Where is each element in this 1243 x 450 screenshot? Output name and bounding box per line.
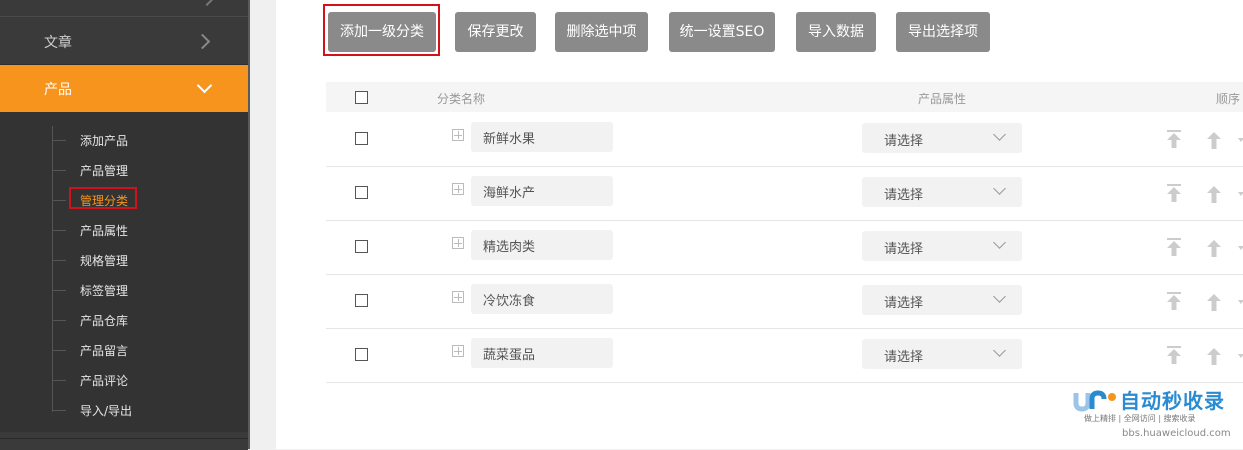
move-down-icon[interactable] [1238,352,1243,360]
attribute-select[interactable]: 请选择 [862,285,1022,315]
main-content: 添加一级分类 保存更改 删除选中项 统一设置SEO 导入数据 导出选择项 分类名… [276,0,1243,449]
move-down-icon[interactable] [1238,244,1243,252]
delete-selected-button[interactable]: 删除选中项 [555,12,648,52]
tree-branch [52,170,66,171]
move-to-top-icon[interactable] [1166,238,1182,256]
column-header-order: 顺序 [1216,92,1241,106]
table-row: 请选择 [326,220,1243,275]
row-checkbox[interactable] [355,186,368,199]
chevron-right-icon [194,33,211,50]
row-checkbox[interactable] [355,294,368,307]
table-row: 请选择 [326,328,1243,383]
tree-branch [52,200,66,201]
expand-icon[interactable] [452,237,464,249]
submenu-item-label: 导入/导出 [80,404,133,418]
expand-icon[interactable] [452,291,464,303]
move-up-icon[interactable] [1206,347,1222,365]
sidebar-item-product[interactable]: 产品 [0,65,248,112]
tree-branch [52,290,66,291]
move-up-icon[interactable] [1206,131,1222,149]
row-checkbox[interactable] [355,348,368,361]
tree-branch [52,350,66,351]
chevron-down-icon [993,182,1006,195]
category-name-input[interactable] [471,338,613,368]
select-value: 请选择 [884,242,924,257]
sidebar-item-partial-bottom[interactable] [0,438,248,450]
attribute-select[interactable]: 请选择 [862,231,1022,261]
category-name-input[interactable] [471,122,613,152]
chevron-right-icon [199,0,215,7]
table-row: 请选择 [326,274,1243,329]
row-checkbox[interactable] [355,240,368,253]
select-value: 请选择 [884,296,924,311]
select-all-checkbox[interactable] [355,91,368,104]
expand-icon[interactable] [452,183,464,195]
submenu-item-label: 管理分类 [80,194,129,208]
tree-branch [52,380,66,381]
submenu-item-label: 产品属性 [80,224,129,238]
submenu-item-label: 产品管理 [80,164,129,178]
category-name-input[interactable] [471,230,613,260]
move-to-top-icon[interactable] [1166,184,1182,202]
export-selected-button[interactable]: 导出选择项 [896,12,990,52]
chevron-down-icon [993,290,1006,303]
tree-branch [52,320,66,321]
attribute-select[interactable]: 请选择 [862,339,1022,369]
sidebar-item-label: 文章 [44,35,72,51]
submenu-item-label: 添加产品 [80,134,129,148]
sidebar: 文章 产品 添加产品 产品管理 管理分类 产品属性 规格管理 标签管理 产品仓库… [0,0,248,450]
move-to-top-icon[interactable] [1166,130,1182,148]
table-header: 分类名称 产品属性 顺序 [326,82,1243,112]
column-header-name: 分类名称 [437,92,486,106]
chevron-down-icon [993,128,1006,141]
save-changes-button[interactable]: 保存更改 [455,12,536,52]
chevron-down-icon [993,236,1006,249]
submenu-item-label: 产品仓库 [80,314,129,328]
move-up-icon[interactable] [1206,293,1222,311]
expand-icon[interactable] [452,129,464,141]
column-header-attribute: 产品属性 [918,92,967,106]
expand-icon[interactable] [452,345,464,357]
category-name-input[interactable] [471,284,613,314]
set-seo-button[interactable]: 统一设置SEO [669,12,775,52]
sidebar-submenu: 添加产品 产品管理 管理分类 产品属性 规格管理 标签管理 产品仓库 产品留言 … [0,112,248,432]
chevron-down-icon [993,344,1006,357]
import-data-button[interactable]: 导入数据 [796,12,876,52]
attribute-select[interactable]: 请选择 [862,123,1022,153]
category-name-input[interactable] [471,176,613,206]
tree-branch [52,410,66,411]
move-to-top-icon[interactable] [1166,346,1182,364]
chevron-down-icon [196,77,213,94]
sidebar-item-label: 产品 [44,82,72,98]
row-checkbox[interactable] [355,132,368,145]
submenu-item-label: 产品留言 [80,344,129,358]
add-top-category-button[interactable]: 添加一级分类 [328,12,436,52]
select-value: 请选择 [884,134,924,149]
sidebar-item-article[interactable]: 文章 [0,18,248,65]
move-down-icon[interactable] [1238,190,1243,198]
move-down-icon[interactable] [1238,298,1243,306]
sidebar-edge [248,0,250,449]
select-value: 请选择 [884,188,924,203]
move-up-icon[interactable] [1206,239,1222,257]
tree-branch [52,140,66,141]
sidebar-item-partial[interactable] [0,0,248,17]
submenu-item-label: 规格管理 [80,254,129,268]
attribute-select[interactable]: 请选择 [862,177,1022,207]
tree-line [52,126,53,412]
select-value: 请选择 [884,350,924,365]
table-row: 请选择 [326,112,1243,167]
submenu-item-label: 标签管理 [80,284,129,298]
tree-branch [52,230,66,231]
tree-branch [52,260,66,261]
submenu-item-label: 产品评论 [80,374,129,388]
move-down-icon[interactable] [1238,136,1243,144]
move-up-icon[interactable] [1206,185,1222,203]
table-row: 请选择 [326,166,1243,221]
move-to-top-icon[interactable] [1166,292,1182,310]
